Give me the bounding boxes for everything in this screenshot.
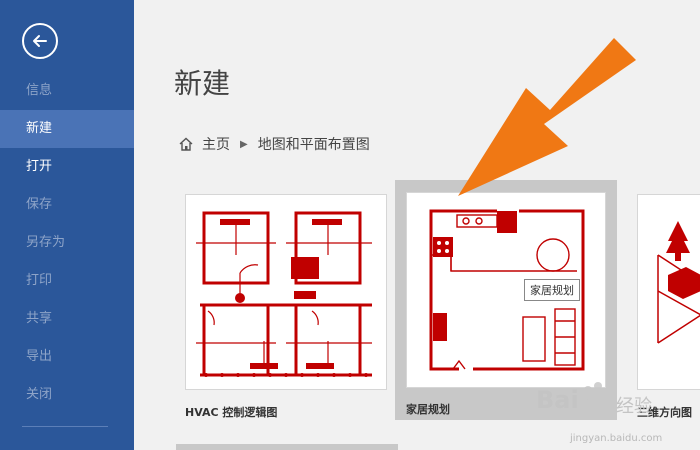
- nav-item-open[interactable]: 打开: [0, 148, 134, 186]
- 3d-map-thumbnail: [657, 221, 700, 344]
- template-tile-3d-directional[interactable]: [637, 194, 700, 390]
- watermark-suffix: 经验: [616, 396, 652, 417]
- back-arrow-icon: [33, 35, 47, 47]
- back-button[interactable]: [22, 23, 58, 59]
- template-label-home-plan: 家居规划: [406, 403, 450, 416]
- nav-item-save-as[interactable]: 另存为: [0, 224, 134, 262]
- tile-row-bottom-edge: [176, 444, 398, 450]
- nav-item-export[interactable]: 导出: [0, 338, 134, 376]
- nav-item-info[interactable]: 信息: [0, 72, 134, 110]
- nav-item-save[interactable]: 保存: [0, 186, 134, 224]
- hvac-floorplan-thumbnail: [196, 211, 372, 377]
- breadcrumb: 主页 ▶ 地图和平面布置图: [178, 134, 370, 154]
- backstage-sidebar: 信息 新建 打开 保存 另存为 打印 共享 导出 关闭: [0, 0, 134, 450]
- chevron-right-icon: ▶: [240, 138, 248, 150]
- page-title: 新建: [174, 67, 231, 100]
- backstage-nav: 信息 新建 打开 保存 另存为 打印 共享 导出 关闭: [0, 72, 134, 414]
- nav-item-close[interactable]: 关闭: [0, 376, 134, 414]
- tooltip: 家居规划: [524, 279, 580, 301]
- home-icon: [179, 137, 193, 151]
- watermark-brand: Bai: [536, 386, 579, 414]
- nav-divider: [22, 426, 108, 427]
- annotation-arrow-icon: [458, 38, 636, 196]
- template-label-hvac: HVAC 控制逻辑图: [185, 406, 278, 419]
- breadcrumb-current: 地图和平面布置图: [257, 137, 370, 153]
- nav-item-new[interactable]: 新建: [0, 110, 134, 148]
- nav-item-share[interactable]: 共享: [0, 300, 134, 338]
- breadcrumb-home-link[interactable]: 主页: [202, 134, 230, 154]
- template-tile-hvac[interactable]: [185, 194, 387, 390]
- watermark-url: jingyan.baidu.com: [570, 433, 663, 444]
- nav-item-print[interactable]: 打印: [0, 262, 134, 300]
